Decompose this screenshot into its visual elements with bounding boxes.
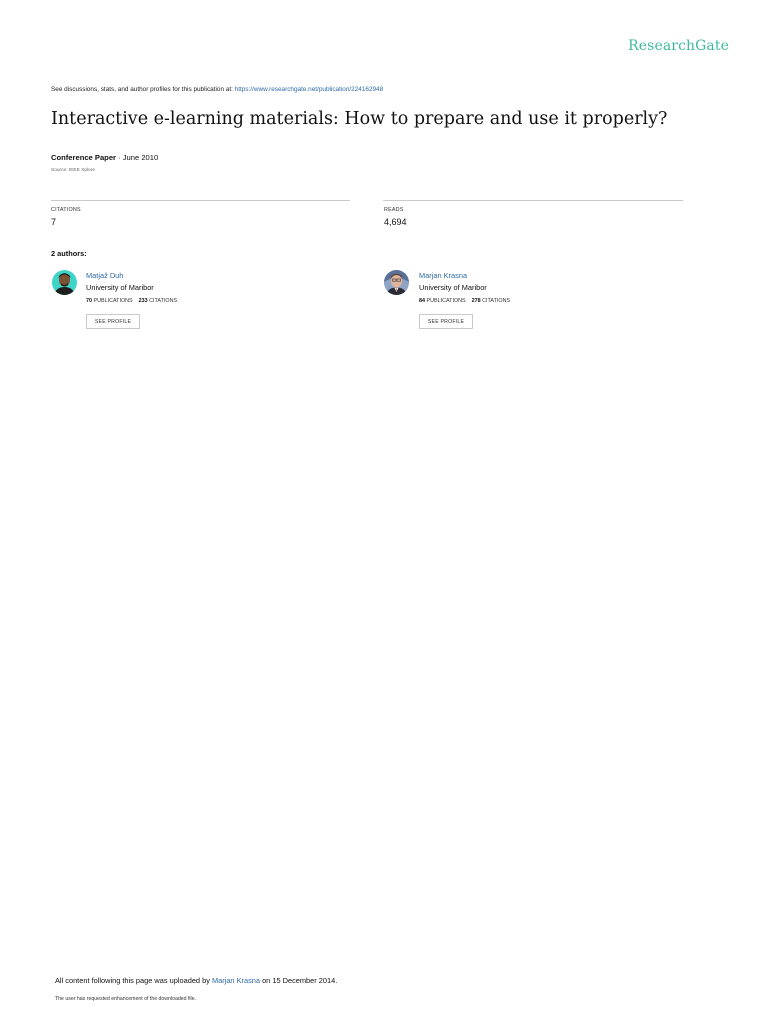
author-citations-label: CITATIONS [482,298,511,304]
author-institution: University of Maribor [86,283,154,292]
author-citations-count: 233 [138,298,148,304]
see-profile-button[interactable]: SEE PROFILE [419,314,473,329]
author-citations-count: 278 [471,298,481,304]
avatar[interactable] [52,270,77,295]
enhancement-request-note: The user has requested enhancement of th… [55,996,197,1002]
discussion-info-text: See discussions, stats, and author profi… [51,86,235,93]
author-photo-icon [52,270,77,295]
reads-label: READS [384,207,404,213]
citations-label: CITATIONS [51,207,81,213]
author-publications-label: PUBLICATIONS [93,298,133,304]
author-institution: University of Maribor [419,283,487,292]
paper-source: Source: IEEE Xplore [51,168,95,173]
authors-heading: 2 authors: [51,249,87,258]
publication-link[interactable]: https://www.researchgate.net/publication… [235,86,384,93]
paper-type: Conference Paper [51,153,116,162]
author-publications-count: 70 [86,298,92,304]
paper-date: · June 2010 [116,153,159,162]
author-stats: 84 PUBLICATIONS 278 CITATIONS [419,298,510,304]
author-name-link[interactable]: Marjan Krasna [419,271,467,280]
author-stats: 70 PUBLICATIONS 233 CITATIONS [86,298,177,304]
author-photo-icon [384,270,409,295]
author-name-link[interactable]: Matjaž Duh [86,271,123,280]
paper-type-line: Conference Paper · June 2010 [51,153,158,162]
citations-value: 7 [51,217,57,227]
upload-prefix: All content following this page was uplo… [55,976,212,985]
researchgate-logo[interactable]: ResearchGate [628,38,729,54]
divider-citations [51,200,350,201]
reads-value: 4,694 [384,217,407,227]
author-publications-label: PUBLICATIONS [426,298,466,304]
discussion-info-line: See discussions, stats, and author profi… [51,86,383,93]
uploader-link[interactable]: Marjan Krasna [212,976,260,985]
author-citations-label: CITATIONS [149,298,178,304]
divider-reads [383,200,683,201]
author-publications-count: 84 [419,298,425,304]
paper-title: Interactive e-learning materials: How to… [51,109,668,129]
avatar[interactable] [384,270,409,295]
upload-info-line: All content following this page was uplo… [55,976,337,985]
see-profile-button[interactable]: SEE PROFILE [86,314,140,329]
upload-suffix: on 15 December 2014. [260,976,338,985]
